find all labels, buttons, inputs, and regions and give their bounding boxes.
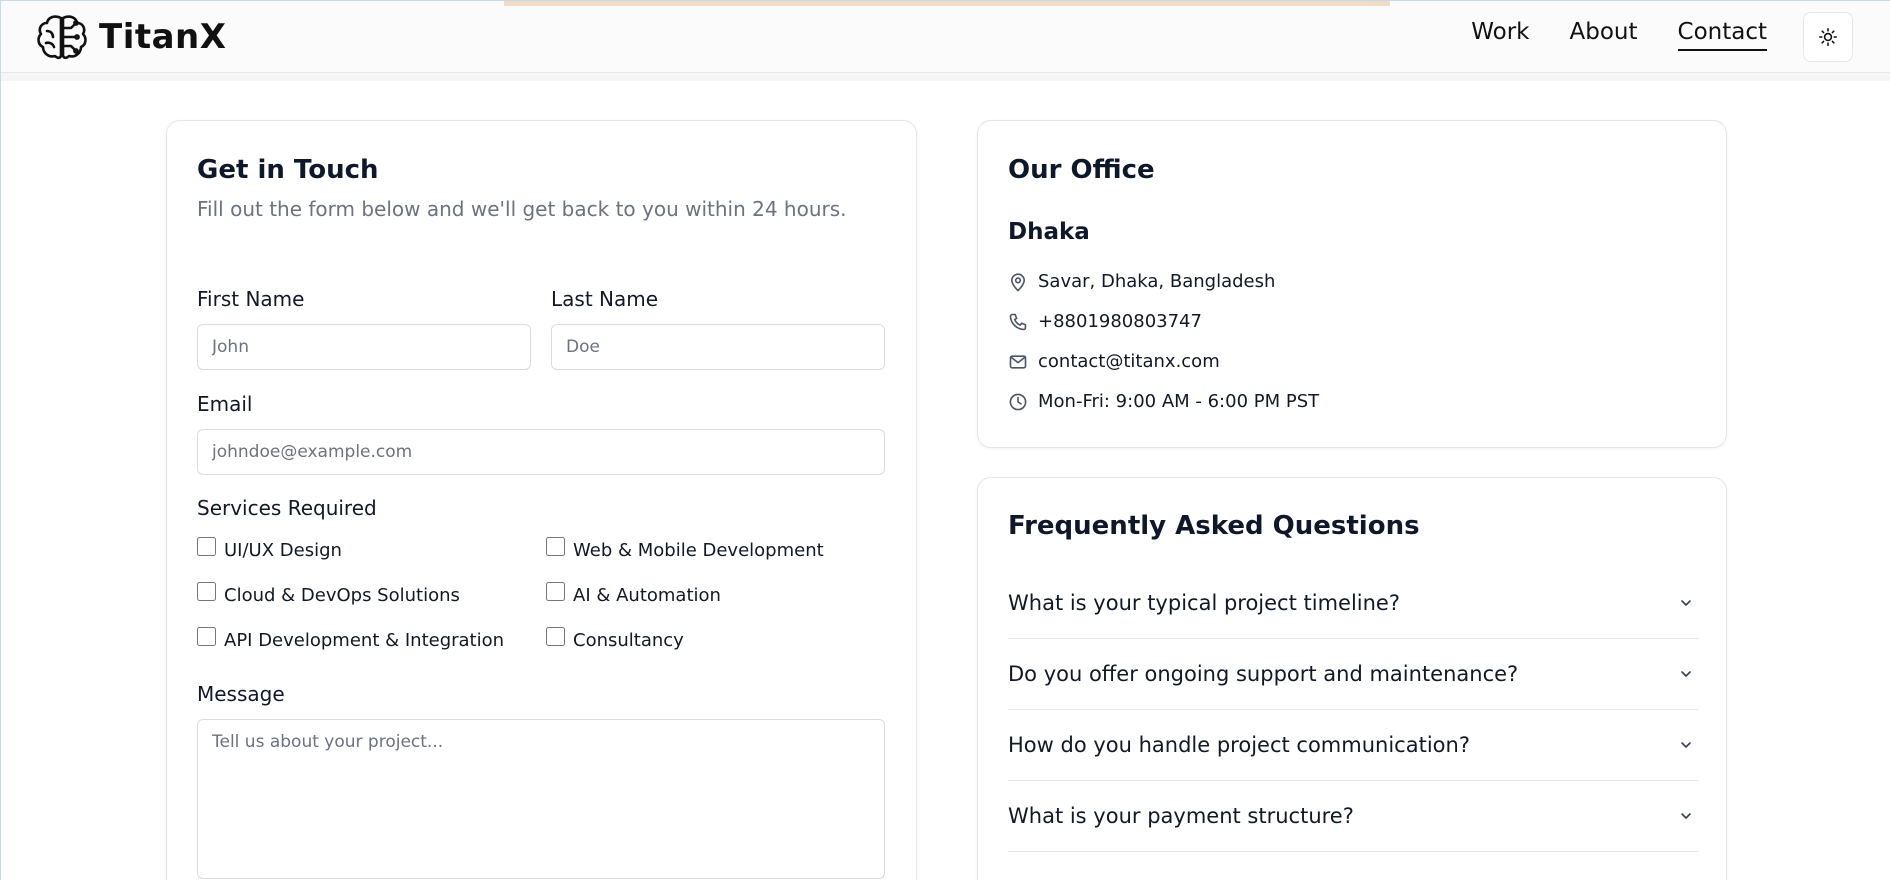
message-textarea[interactable] — [197, 719, 885, 879]
theme-toggle-button[interactable] — [1803, 12, 1853, 62]
faq-question: Do you offer ongoing support and mainten… — [1008, 662, 1519, 686]
service-option-label: Cloud & DevOps Solutions — [224, 585, 460, 606]
service-checkbox-ai-automation[interactable] — [546, 582, 565, 601]
service-option-label: Web & Mobile Development — [573, 540, 824, 561]
brand-logo[interactable]: TitanX — [35, 13, 226, 61]
service-checkbox-cloud-devops[interactable] — [197, 582, 216, 601]
last-name-label: Last Name — [551, 287, 659, 311]
scroll-progress-bar — [504, 1, 1390, 6]
service-option-api[interactable]: API Development & Integration — [197, 627, 505, 651]
service-option-uiux[interactable]: UI/UX Design — [197, 537, 342, 561]
office-title: Our Office — [1008, 155, 1155, 185]
clock-icon — [1009, 393, 1027, 410]
service-option-cloud-devops[interactable]: Cloud & DevOps Solutions — [197, 582, 460, 606]
sun-icon — [1819, 28, 1837, 46]
brain-logo-icon — [37, 15, 87, 60]
map-pin-icon — [1011, 272, 1025, 291]
brand-name: TitanX — [99, 17, 227, 57]
faq-card: Frequently Asked Questions What is your … — [977, 477, 1727, 880]
office-email-text: contact@titanx.com — [1038, 351, 1220, 372]
chevron-down-icon — [1681, 813, 1691, 819]
email-input[interactable] — [197, 429, 885, 475]
office-phone[interactable]: +8801980803747 — [1008, 311, 1202, 332]
faq-question: How do you handle project communication? — [1008, 733, 1470, 757]
office-address: Savar, Dhaka, Bangladesh — [1008, 271, 1275, 292]
faq-item[interactable]: Do you offer ongoing support and mainten… — [1008, 639, 1698, 710]
office-email[interactable]: contact@titanx.com — [1008, 351, 1220, 372]
nav-work[interactable]: Work — [1471, 19, 1529, 51]
service-checkbox-api[interactable] — [197, 627, 216, 646]
main-nav: Work About Contact — [1471, 19, 1767, 51]
nav-about[interactable]: About — [1570, 19, 1638, 51]
site-header: TitanX Work About Contact — [1, 1, 1890, 73]
service-option-label: API Development & Integration — [224, 630, 505, 651]
service-option-label: Consultancy — [573, 630, 684, 651]
form-subtitle: Fill out the form below and we'll get ba… — [197, 197, 847, 221]
form-title: Get in Touch — [197, 155, 379, 185]
faq-title: Frequently Asked Questions — [1008, 511, 1420, 541]
service-option-label: UI/UX Design — [224, 540, 342, 561]
office-city: Dhaka — [1008, 219, 1090, 245]
faq-item[interactable]: What is your payment structure? — [1008, 781, 1698, 852]
office-phone-text: +8801980803747 — [1038, 311, 1202, 332]
nav-contact[interactable]: Contact — [1677, 19, 1767, 51]
service-option-label: AI & Automation — [573, 585, 721, 606]
chevron-down-icon — [1681, 671, 1691, 677]
office-hours: Mon-Fri: 9:00 AM - 6:00 PM PST — [1008, 391, 1319, 412]
service-checkbox-web-mobile[interactable] — [546, 537, 565, 556]
first-name-label: First Name — [197, 287, 305, 311]
chevron-down-icon — [1681, 600, 1691, 606]
faq-question: What is your payment structure? — [1008, 804, 1354, 828]
first-name-input[interactable] — [197, 324, 531, 370]
mail-icon — [1009, 354, 1027, 369]
phone-icon — [1009, 313, 1027, 330]
faq-item[interactable]: What is your typical project timeline? — [1008, 568, 1698, 639]
contact-form-card: Get in Touch Fill out the form below and… — [166, 120, 917, 880]
office-card: Our Office Dhaka Savar, Dhaka, Banglades… — [977, 120, 1727, 448]
chevron-down-icon — [1681, 742, 1691, 748]
service-checkbox-consultancy[interactable] — [546, 627, 565, 646]
service-option-ai-automation[interactable]: AI & Automation — [546, 582, 721, 606]
header-divider — [1, 73, 1890, 81]
office-address-text: Savar, Dhaka, Bangladesh — [1038, 271, 1276, 292]
email-label: Email — [197, 392, 253, 416]
last-name-input[interactable] — [551, 324, 885, 370]
faq-question: What is your typical project timeline? — [1008, 591, 1400, 615]
faq-item[interactable]: How do you handle project communication? — [1008, 710, 1698, 781]
service-option-web-mobile[interactable]: Web & Mobile Development — [546, 537, 824, 561]
message-label: Message — [197, 682, 285, 706]
services-label: Services Required — [197, 496, 377, 520]
service-option-consultancy[interactable]: Consultancy — [546, 627, 684, 651]
office-hours-text: Mon-Fri: 9:00 AM - 6:00 PM PST — [1038, 391, 1320, 412]
service-checkbox-uiux[interactable] — [197, 537, 216, 556]
